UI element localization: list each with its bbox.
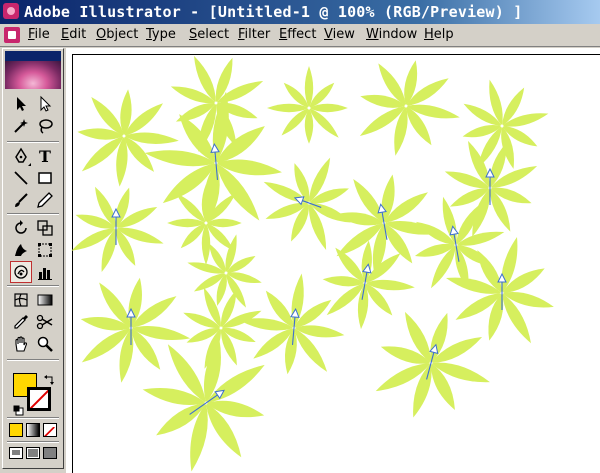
menu-view[interactable]: View [324, 27, 355, 42]
toolbox-grip[interactable] [5, 51, 61, 61]
symbol-sprayer-tool[interactable] [10, 261, 32, 283]
pen-tool[interactable] [10, 145, 32, 167]
zoom-icon [37, 336, 53, 352]
warp-icon [15, 244, 27, 256]
menu-window[interactable]: Window [366, 27, 417, 42]
leaf-flower-symbol[interactable] [350, 51, 470, 168]
hand-icon [15, 336, 28, 352]
paintbrush-icon [15, 193, 28, 207]
gradient-mode-button[interactable] [26, 423, 40, 437]
free-transform-tool[interactable] [34, 239, 56, 261]
menu-object[interactable]: Object [96, 27, 138, 42]
rectangle-tool[interactable] [34, 167, 56, 189]
warp-tool[interactable] [10, 239, 32, 261]
symbol-sprayer-icon [14, 265, 28, 279]
line-segment-tool[interactable] [10, 167, 32, 189]
menu-type[interactable]: Type [146, 27, 176, 42]
menu-help[interactable]: Help [424, 27, 454, 42]
gradient-icon [37, 294, 53, 306]
none-mode-button[interactable] [43, 423, 57, 437]
toolbox-divider [7, 441, 59, 443]
leaf-flower-symbol[interactable] [73, 85, 183, 191]
menu-bar: File Edit Object Type Select Filter Effe… [0, 24, 600, 47]
zoom-tool[interactable] [34, 333, 56, 355]
flower-center [204, 221, 208, 225]
free-transform-icon [38, 243, 52, 257]
magic-wand-icon [14, 119, 28, 133]
menu-filter[interactable]: Filter [238, 27, 270, 42]
paintbrush-tool[interactable] [10, 189, 32, 211]
rotate-icon [15, 220, 27, 234]
scale-tool[interactable] [34, 217, 56, 239]
graph-icon [38, 268, 52, 280]
mesh-tool[interactable] [10, 289, 32, 311]
toolbox: T [2, 48, 64, 469]
toolbox-divider [7, 213, 59, 215]
flower-center [307, 106, 311, 110]
scissors-tool[interactable] [34, 311, 56, 333]
illustrator-flower-icon[interactable] [3, 3, 19, 19]
hand-tool[interactable] [10, 333, 32, 355]
title-bar: Adobe Illustrator - [Untitled-1 @ 100% (… [0, 0, 600, 24]
toolbox-divider [7, 285, 59, 287]
magic-wand-tool[interactable] [10, 115, 32, 137]
menu-effect[interactable]: Effect [279, 27, 316, 42]
type-tool[interactable]: T [34, 145, 56, 167]
toolbox-divider [7, 141, 59, 143]
document-canvas[interactable] [66, 48, 600, 473]
default-colors-icon[interactable] [13, 401, 24, 416]
rectangle-icon [38, 172, 52, 184]
column-graph-tool[interactable] [34, 261, 56, 283]
lasso-icon [39, 119, 53, 134]
swap-colors-icon[interactable] [43, 371, 55, 385]
leaf-flower-symbol[interactable] [267, 66, 348, 144]
white-arrow-icon [40, 95, 52, 112]
eyedropper-icon [14, 315, 28, 329]
menu-file[interactable]: File [28, 27, 50, 42]
line-icon [14, 171, 28, 185]
color-mode-button[interactable] [9, 423, 23, 437]
mesh-icon [14, 293, 28, 307]
black-arrow-icon [17, 97, 26, 111]
menu-select[interactable]: Select [189, 27, 229, 42]
symbol-instances-artwork[interactable] [66, 48, 600, 473]
window-title: Adobe Illustrator - [Untitled-1 @ 100% (… [24, 3, 523, 21]
direct-selection-tool[interactable] [34, 93, 56, 115]
rotate-tool[interactable] [10, 217, 32, 239]
illustrator-logo [5, 61, 61, 89]
eyedropper-tool[interactable] [10, 311, 32, 333]
toolbox-divider [7, 417, 59, 419]
leaf-flower-symbol[interactable] [66, 174, 177, 287]
menu-edit[interactable]: Edit [61, 27, 86, 42]
scale-icon [37, 220, 53, 236]
flyout-indicator [28, 163, 31, 166]
full-screen-mode-button[interactable] [43, 447, 57, 459]
lasso-tool[interactable] [34, 115, 56, 137]
leaf-flower-symbol[interactable] [363, 297, 506, 437]
selection-tool[interactable] [10, 93, 32, 115]
pencil-tool[interactable] [34, 189, 56, 211]
full-screen-menu-mode-button[interactable] [26, 447, 40, 459]
pencil-icon [37, 192, 53, 208]
scissors-icon [36, 314, 53, 330]
gradient-tool[interactable] [34, 289, 56, 311]
none-icon [44, 426, 55, 436]
toolbox-divider [7, 359, 59, 361]
stroke-color-swatch[interactable] [27, 387, 51, 411]
document-icon[interactable] [4, 27, 20, 43]
standard-screen-mode-button[interactable] [9, 447, 23, 459]
